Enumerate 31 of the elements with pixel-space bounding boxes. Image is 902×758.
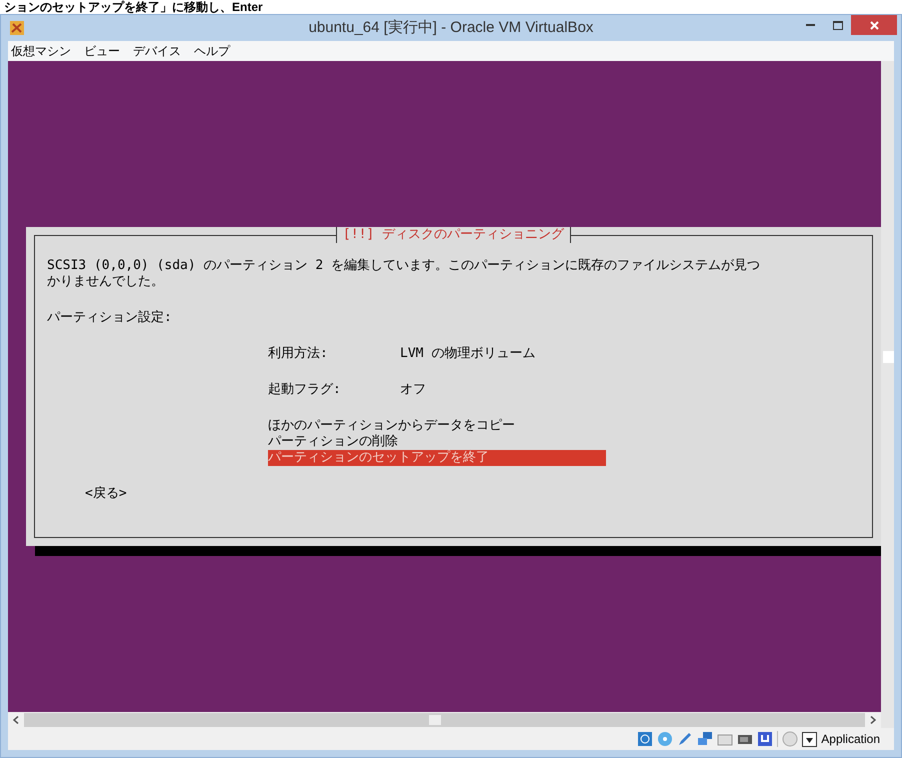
scroll-left-icon[interactable] bbox=[13, 716, 19, 724]
app-icon bbox=[9, 20, 25, 36]
dialog-title: [!!] ディスクのパーティショニング bbox=[336, 227, 572, 243]
minimize-icon bbox=[806, 24, 815, 26]
back-button[interactable]: <戻る> bbox=[85, 486, 127, 502]
message-text: SCSI3 (0,0,0) (sda) のパーティション 2 を編集しています。このパーティションに既存のファイルシステムが見つかりませんでした。 bbox=[47, 258, 762, 290]
section-label: パーティション設定: bbox=[47, 310, 173, 326]
mouse-icon bbox=[782, 731, 798, 747]
close-icon bbox=[870, 20, 878, 30]
vertical-scrollbar[interactable] bbox=[881, 61, 894, 728]
disc-icon bbox=[657, 731, 674, 747]
menu-item[interactable]: ビュー bbox=[84, 42, 120, 60]
window-title: ubuntu_64 [実行中] - Oracle VM VirtualBox bbox=[308, 18, 594, 38]
caption-text: ションのセットアップを終了」に移動し、Enter bbox=[4, 0, 263, 14]
menu-item[interactable]: 仮想マシン bbox=[11, 42, 71, 60]
scroll-right-icon[interactable] bbox=[870, 716, 876, 724]
setting-value[interactable]: LVM の物理ボリューム bbox=[400, 346, 536, 362]
menu-item[interactable]: ヘルプ bbox=[194, 42, 230, 60]
menu-option[interactable]: パーティションの削除 bbox=[268, 434, 606, 450]
status-label: Application bbox=[821, 731, 880, 748]
menu-option[interactable]: ほかのパーティションからデータをコピー bbox=[268, 418, 606, 434]
menu-item[interactable]: デバイス bbox=[133, 42, 181, 60]
setting-value[interactable]: オフ bbox=[400, 382, 426, 398]
setting-label: 利用方法: bbox=[268, 346, 329, 362]
setting-label: 起動フラグ: bbox=[268, 382, 342, 398]
network-icon bbox=[697, 731, 714, 747]
close-button[interactable] bbox=[851, 15, 897, 35]
usb-icon bbox=[757, 731, 774, 747]
horizontal-scrollbar[interactable] bbox=[24, 713, 865, 727]
pen-icon bbox=[677, 731, 694, 747]
maximize-icon bbox=[832, 20, 842, 30]
